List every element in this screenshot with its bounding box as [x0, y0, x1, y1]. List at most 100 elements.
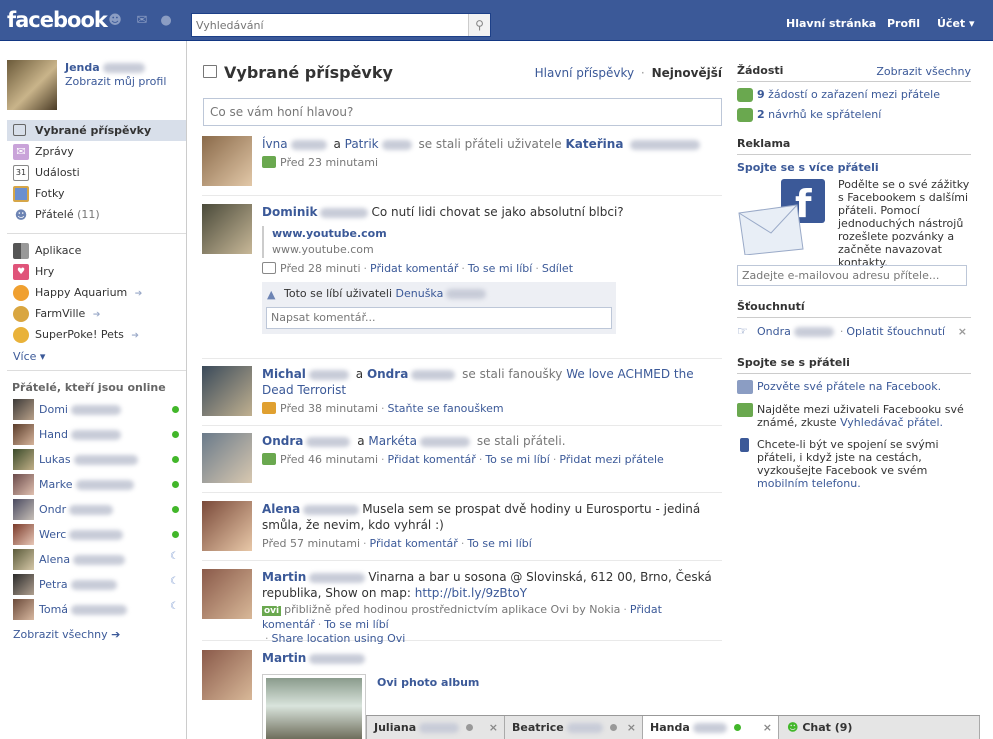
- friend-finder-link[interactable]: Vyhledávač přátel.: [840, 416, 943, 429]
- photo: [266, 678, 362, 739]
- top-news-link[interactable]: Hlavní příspěvky: [535, 66, 634, 80]
- close-icon[interactable]: ×: [763, 716, 772, 739]
- like-link[interactable]: To se mi líbí: [324, 618, 389, 631]
- see-all-requests-link[interactable]: Zobrazit všechny: [876, 65, 971, 78]
- album-link[interactable]: Ovi photo album: [377, 676, 479, 689]
- like-link[interactable]: To se mi líbí: [468, 262, 533, 275]
- story-actor[interactable]: Martin: [262, 651, 306, 665]
- more-link[interactable]: Více ▾: [13, 350, 45, 363]
- story-actor[interactable]: Martin: [262, 570, 306, 584]
- envelope-facebook-icon[interactable]: f: [737, 177, 827, 255]
- friend-requests-icon[interactable]: ☻: [107, 14, 123, 28]
- search-input[interactable]: [192, 14, 466, 36]
- profile-name[interactable]: Jenda: [65, 61, 148, 74]
- timestamp: Před 57 minutami: [262, 537, 361, 550]
- suggestions-link[interactable]: návrhů ke spřátelení: [768, 108, 881, 121]
- close-icon[interactable]: ×: [489, 716, 498, 739]
- story-actor[interactable]: Ondra: [262, 434, 303, 448]
- news-feed: Vybrané příspěvky Hlavní příspěvky · Nej…: [188, 41, 726, 739]
- online-friend[interactable]: Tomá ☾: [13, 599, 183, 620]
- sidebar-item-messages[interactable]: ✉ Zprávy: [7, 141, 186, 162]
- most-recent-tab[interactable]: Nejnovější: [652, 66, 722, 80]
- divider: [7, 233, 186, 234]
- invite-friends-link[interactable]: Pozvěte své přátele na Facebook.: [757, 380, 941, 393]
- avatar[interactable]: [202, 366, 252, 416]
- share-link[interactable]: Sdílet: [542, 262, 573, 275]
- sidebar-item-farmville[interactable]: FarmVille ➔: [7, 303, 186, 324]
- friend-requests-link[interactable]: žádostí o zařazení mezi přátele: [768, 88, 940, 101]
- mobile-link[interactable]: mobilním telefonu.: [757, 477, 861, 490]
- ad-title[interactable]: Spojte se s více přáteli: [737, 161, 879, 174]
- facebook-logo[interactable]: facebook: [7, 8, 108, 32]
- avatar[interactable]: [202, 650, 252, 700]
- online-friend[interactable]: Lukas: [13, 449, 183, 470]
- messages-jewel-icon[interactable]: ✉: [134, 14, 150, 28]
- online-friend[interactable]: Hand: [13, 424, 183, 445]
- story-actor[interactable]: Ondra: [367, 367, 408, 381]
- online-friend[interactable]: Alena ☾: [13, 549, 183, 570]
- story-actor[interactable]: Dominik: [262, 205, 317, 219]
- like-link[interactable]: To se mi líbí: [485, 453, 550, 466]
- map-link[interactable]: http://bit.ly/9zBtoY: [415, 586, 527, 600]
- avatar[interactable]: [202, 433, 252, 483]
- sidebar-item-happy-aquarium[interactable]: Happy Aquarium ➔: [7, 282, 186, 303]
- avatar[interactable]: [202, 136, 252, 186]
- chat-tab[interactable]: Beatrice ×: [504, 716, 642, 739]
- add-friend-link[interactable]: Přidat mezi přátele: [559, 453, 664, 466]
- sidebar-item-friends[interactable]: ☻ Přátelé (11): [7, 204, 186, 225]
- online-friend[interactable]: Ondr: [13, 499, 183, 520]
- profile-picture[interactable]: [7, 60, 57, 110]
- see-all-friends-link[interactable]: Zobrazit všechny ➔: [13, 628, 120, 641]
- story-actor[interactable]: Alena: [262, 502, 300, 516]
- avatar: [13, 524, 34, 545]
- nav-account[interactable]: Účet ▾: [937, 17, 975, 30]
- add-comment-link[interactable]: Přidat komentář: [370, 262, 458, 275]
- online-friend[interactable]: Werc: [13, 524, 183, 545]
- status-input[interactable]: Co se vám honí hlavou?: [203, 98, 722, 126]
- feed-story: Ívna a Patrik se stali přáteli uživatele…: [202, 136, 722, 196]
- online-friend[interactable]: Marke: [13, 474, 183, 495]
- search-icon[interactable]: ⚲: [468, 14, 490, 36]
- share-location-link[interactable]: Share location using Ovi: [272, 632, 406, 645]
- avatar[interactable]: [202, 204, 252, 254]
- divider: [7, 370, 186, 371]
- poke-back-link[interactable]: Oplatit šťouchnutí: [846, 325, 945, 338]
- album-thumbnail[interactable]: [262, 674, 366, 739]
- story-actor[interactable]: Michal: [262, 367, 306, 381]
- add-comment-link[interactable]: Přidat komentář: [388, 453, 476, 466]
- friend-requests-row[interactable]: 9 žádostí o zařazení mezi přátele: [737, 88, 971, 102]
- liker-name[interactable]: Denuška: [396, 287, 444, 300]
- chat-tab[interactable]: Handa ×: [642, 716, 778, 739]
- sidebar-item-games[interactable]: ♥ Hry: [7, 261, 186, 282]
- feed-filter: Hlavní příspěvky · Nejnovější: [535, 66, 722, 80]
- like-link[interactable]: To se mi líbí: [467, 537, 532, 550]
- comment-input[interactable]: Napsat komentář...: [266, 307, 612, 329]
- poker-name[interactable]: Ondra: [757, 325, 791, 338]
- avatar[interactable]: [202, 501, 252, 551]
- suggestions-row[interactable]: 2 návrhů ke spřátelení: [737, 108, 971, 122]
- close-icon[interactable]: ×: [627, 716, 636, 739]
- sidebar-item-events[interactable]: 31 Události: [7, 162, 186, 183]
- become-fan-link[interactable]: Staňte se fanouškem: [388, 402, 504, 415]
- notifications-globe-icon[interactable]: ●: [158, 14, 174, 28]
- close-icon[interactable]: ×: [958, 325, 967, 338]
- story-target[interactable]: Kateřina: [565, 137, 623, 151]
- friend-email-input[interactable]: Zadejte e-mailovou adresu přítele...: [737, 265, 967, 286]
- view-profile-link[interactable]: Zobrazit můj profil: [65, 75, 166, 88]
- story-actor[interactable]: Markéta: [368, 434, 417, 448]
- story-actor[interactable]: Ívna: [262, 137, 288, 151]
- nav-profile[interactable]: Profil: [887, 17, 920, 30]
- chat-tab[interactable]: Juliana ×: [366, 716, 504, 739]
- avatar[interactable]: [202, 569, 252, 619]
- online-friend[interactable]: Domi: [13, 399, 183, 420]
- sidebar-item-apps[interactable]: Aplikace: [7, 240, 186, 261]
- online-friend[interactable]: Petra ☾: [13, 574, 183, 595]
- sidebar-item-news-feed[interactable]: Vybrané příspěvky: [7, 120, 186, 141]
- chat-button[interactable]: ☻ Chat (9): [778, 716, 980, 739]
- story-actor[interactable]: Patrik: [345, 137, 379, 151]
- attachment-title[interactable]: www.youtube.com: [272, 226, 722, 242]
- sidebar-item-photos[interactable]: Fotky: [7, 183, 186, 204]
- sidebar-item-superpoke[interactable]: SuperPoke! Pets ➔: [7, 324, 186, 345]
- add-comment-link[interactable]: Přidat komentář: [370, 537, 458, 550]
- nav-home[interactable]: Hlavní stránka: [786, 17, 876, 30]
